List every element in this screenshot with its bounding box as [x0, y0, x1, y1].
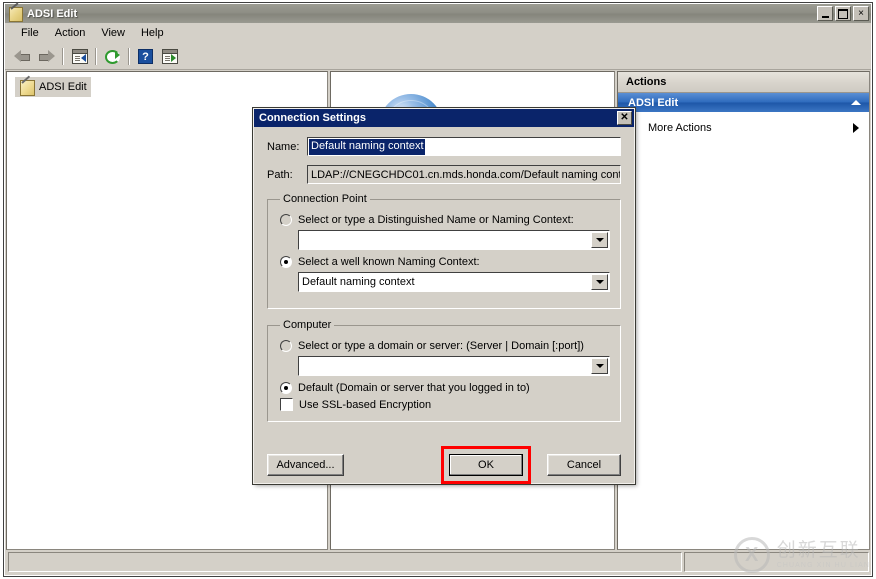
dialog-title-bar[interactable]: Connection Settings ✕	[254, 109, 634, 127]
action-item-more-actions[interactable]: More Actions	[618, 118, 869, 138]
back-icon	[14, 50, 31, 63]
show-hide-action-pane-button[interactable]	[158, 46, 181, 68]
dialog-body: Name: Default naming context Path: LDAP:…	[254, 127, 634, 441]
domain-or-server-combo[interactable]	[298, 356, 610, 376]
chevron-right-icon	[853, 123, 859, 133]
window-controls: ×	[817, 6, 869, 21]
toolbar-separator-2	[95, 48, 97, 65]
chevron-down-icon[interactable]	[591, 232, 608, 248]
refresh-icon	[105, 50, 120, 64]
radio-distinguished-name[interactable]	[280, 214, 292, 226]
window-title-bar[interactable]: ADSI Edit ×	[5, 4, 871, 23]
radio-well-known-context-label: Select a well known Naming Context:	[298, 256, 480, 268]
adsi-edit-window: ADSI Edit × File Action View Help	[4, 3, 872, 576]
tree-item-label: ADSI Edit	[39, 81, 87, 93]
radio-default-domain[interactable]	[280, 382, 292, 394]
advanced-button[interactable]: Advanced...	[267, 454, 344, 476]
radio-row-default-domain[interactable]: Default (Domain or server that you logge…	[280, 382, 610, 394]
path-value-field: LDAP://CNEGCHDC01.cn.mds.honda.com/Defau…	[307, 165, 621, 184]
name-input[interactable]: Default naming context	[307, 137, 621, 156]
close-icon[interactable]: ×	[853, 6, 869, 21]
path-label: Path:	[267, 169, 307, 181]
menu-item-view[interactable]: View	[93, 25, 133, 41]
menu-item-action[interactable]: Action	[47, 25, 94, 41]
distinguished-name-combo[interactable]	[298, 230, 610, 250]
chevron-up-icon[interactable]	[851, 100, 861, 105]
computer-legend: Computer	[280, 319, 334, 331]
radio-row-distinguished-name[interactable]: Select or type a Distinguished Name or N…	[280, 214, 610, 226]
ok-button-highlight: OK	[441, 446, 531, 484]
well-known-context-combo[interactable]: Default naming context	[298, 272, 610, 292]
cancel-button[interactable]: Cancel	[547, 454, 621, 476]
maximize-button[interactable]	[835, 6, 851, 21]
help-icon: ?	[138, 49, 153, 64]
dialog-title: Connection Settings	[259, 112, 366, 124]
radio-default-domain-label: Default (Domain or server that you logge…	[298, 382, 530, 394]
connection-point-legend: Connection Point	[280, 193, 370, 205]
forward-button[interactable]	[35, 46, 58, 68]
name-label: Name:	[267, 141, 307, 153]
radio-row-domain-or-server[interactable]: Select or type a domain or server: (Serv…	[280, 340, 610, 352]
status-side-cell	[684, 552, 869, 572]
domain-or-server-combo-value	[299, 357, 590, 375]
menu-item-file[interactable]: File	[13, 25, 47, 41]
adsi-edit-icon	[19, 79, 35, 95]
actions-pane-header: Actions	[618, 72, 869, 93]
actions-section-title: ADSI Edit	[628, 97, 678, 109]
ssl-checkbox-row[interactable]: Use SSL-based Encryption	[280, 398, 610, 411]
minimize-button[interactable]	[817, 6, 833, 21]
forward-icon	[38, 50, 55, 63]
chevron-down-icon[interactable]	[591, 274, 608, 290]
radio-well-known-context[interactable]	[280, 256, 292, 268]
show-hide-tree-icon	[72, 49, 88, 64]
toolbar-separator-3	[128, 48, 130, 65]
connection-settings-dialog: Connection Settings ✕ Name: Default nami…	[253, 108, 635, 484]
menu-item-help[interactable]: Help	[133, 25, 172, 41]
radio-domain-or-server[interactable]	[280, 340, 292, 352]
window-title: ADSI Edit	[27, 8, 77, 20]
show-hide-tree-button[interactable]	[68, 46, 91, 68]
computer-group: Computer Select or type a domain or serv…	[267, 319, 621, 422]
actions-pane: Actions ADSI Edit More Actions	[617, 71, 870, 550]
radio-domain-or-server-label: Select or type a domain or server: (Serv…	[298, 340, 584, 352]
close-icon[interactable]: ✕	[617, 111, 632, 125]
dialog-button-bar: Advanced... OK Cancel	[254, 441, 634, 483]
toolbar-separator-1	[62, 48, 64, 65]
connection-point-group: Connection Point Select or type a Distin…	[267, 193, 621, 309]
action-item-label: More Actions	[648, 122, 712, 134]
path-row: Path: LDAP://CNEGCHDC01.cn.mds.honda.com…	[267, 165, 621, 184]
back-button[interactable]	[11, 46, 34, 68]
radio-distinguished-name-label: Select or type a Distinguished Name or N…	[298, 214, 574, 226]
ok-button[interactable]: OK	[449, 454, 523, 476]
distinguished-name-combo-value	[299, 231, 590, 249]
well-known-context-combo-value: Default naming context	[299, 273, 590, 291]
radio-row-well-known-context[interactable]: Select a well known Naming Context:	[280, 256, 610, 268]
help-button[interactable]: ?	[134, 46, 157, 68]
chevron-down-icon[interactable]	[591, 358, 608, 374]
status-bar	[5, 550, 871, 575]
ssl-checkbox[interactable]	[280, 398, 293, 411]
actions-section-header[interactable]: ADSI Edit	[618, 93, 869, 112]
adsi-edit-icon	[8, 6, 23, 21]
actions-title: Actions	[626, 76, 666, 88]
status-main-cell	[8, 552, 682, 572]
tree-item-adsi-edit[interactable]: ADSI Edit	[15, 77, 91, 97]
name-input-value: Default naming context	[309, 139, 425, 155]
show-hide-action-pane-icon	[162, 49, 178, 64]
refresh-button[interactable]	[101, 46, 124, 68]
toolbar: ?	[5, 44, 871, 70]
name-row: Name: Default naming context	[267, 137, 621, 156]
ssl-checkbox-label: Use SSL-based Encryption	[299, 399, 431, 411]
menu-bar: File Action View Help	[5, 23, 871, 44]
